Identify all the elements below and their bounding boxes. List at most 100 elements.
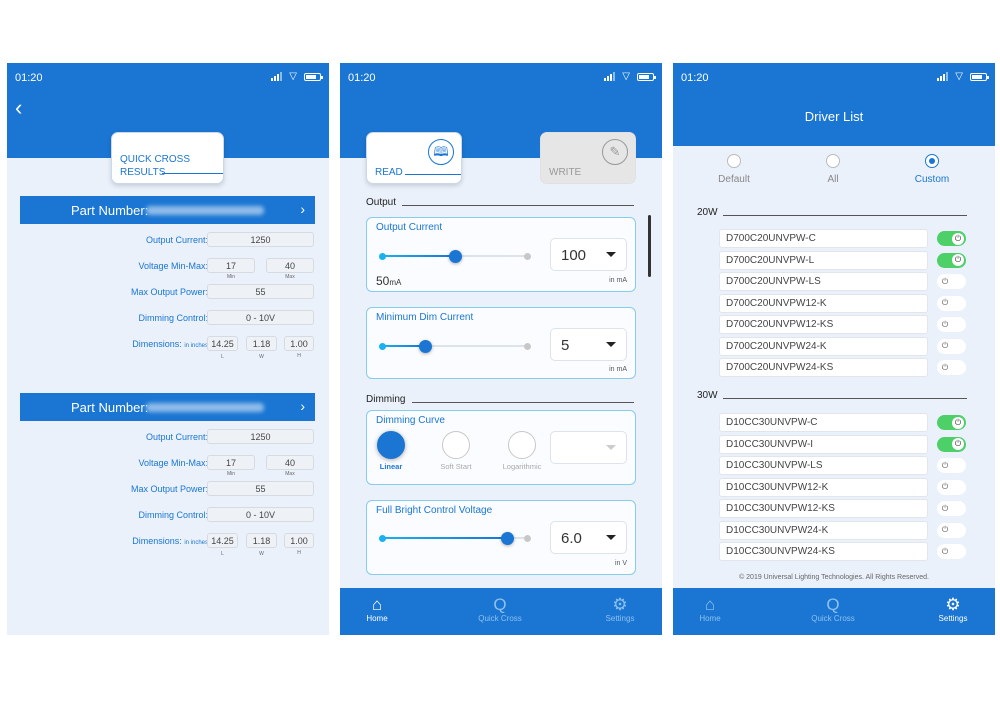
- slider-thumb[interactable]: [449, 250, 462, 263]
- driver-item[interactable]: D10CC30UNVPW12-K: [719, 477, 928, 497]
- driver-item[interactable]: D700C20UNVPW12-KS: [719, 315, 928, 334]
- min-dim-current-slider[interactable]: [379, 340, 531, 353]
- caret-down-icon: [606, 445, 616, 450]
- w-caption: W: [259, 354, 264, 360]
- voltage-row: Voltage Min-Max: 17 40 Min Max: [7, 455, 329, 477]
- group-header-30w: 30W: [697, 390, 967, 401]
- mode-label: Default: [718, 174, 750, 185]
- panel-title: Minimum Dim Current: [376, 312, 474, 323]
- slider-max-dot: [524, 343, 531, 350]
- driver-toggle[interactable]: ⏻: [937, 479, 966, 495]
- tab-quick-cross[interactable]: Q Quick Cross: [465, 596, 535, 624]
- mode-all[interactable]: All: [803, 154, 863, 185]
- driver-item[interactable]: D700C20UNVPW24-K: [719, 336, 928, 356]
- scrollbar[interactable]: [648, 215, 651, 277]
- divider: [723, 215, 967, 216]
- dimming-section-header: Dimming: [366, 394, 634, 405]
- tab-quick-cross[interactable]: Q Quick Cross: [798, 596, 868, 624]
- read-button[interactable]: 🕮 READ: [366, 132, 462, 184]
- dimensions-row: Dimensions: in inches 14.25 1.18 1.00 L …: [7, 336, 329, 360]
- max-power-row: Max Output Power: 55: [7, 284, 329, 302]
- back-icon[interactable]: ‹: [15, 95, 22, 121]
- slider-min-dot: [379, 253, 386, 260]
- power-icon: ⏻: [941, 460, 949, 470]
- mode-default[interactable]: Default: [704, 154, 764, 185]
- height-value: 1.00: [284, 336, 314, 351]
- tab-label: Home: [366, 614, 388, 623]
- driver-toggle[interactable]: ⏻: [937, 458, 966, 473]
- min-unit: mA: [389, 278, 402, 287]
- l-caption: L: [221, 551, 224, 557]
- driver-item[interactable]: D700C20UNVPW-C: [719, 229, 928, 248]
- min-dim-current-dropdown[interactable]: 5: [550, 328, 627, 361]
- curve-option-soft-start[interactable]: Soft Start: [426, 431, 486, 471]
- output-current-slider[interactable]: [379, 250, 531, 263]
- tab-home[interactable]: ⌂ Home: [675, 596, 745, 624]
- label: Max Output Power:: [130, 287, 208, 297]
- quick-cross-results-badge: QUICK CROSS RESULTS: [111, 132, 224, 184]
- wifi-icon: ▽: [622, 71, 630, 82]
- power-icon: ⏻: [941, 276, 949, 286]
- unit-label: in V: [614, 560, 627, 567]
- section-title: Dimming: [366, 394, 406, 405]
- driver-item[interactable]: D700C20UNVPW24-KS: [719, 358, 928, 377]
- label: Dimming Control:: [138, 313, 208, 323]
- slider-thumb[interactable]: [419, 340, 433, 353]
- radio-circle: [377, 431, 405, 459]
- driver-item[interactable]: D700C20UNVPW-LS: [719, 272, 928, 291]
- driver-toggle[interactable]: ⏻: [937, 295, 966, 311]
- output-current-row: Output Current: 1250: [7, 232, 329, 250]
- slider-fill: [381, 537, 507, 539]
- curve-option-linear[interactable]: Linear: [361, 431, 421, 471]
- driver-item[interactable]: D10CC30UNVPW-I: [719, 434, 928, 454]
- dimming-curve-panel: Dimming Curve Linear Soft Start Logarith…: [366, 410, 636, 485]
- min-caption: Min: [226, 274, 236, 280]
- tab-settings[interactable]: ⚙ Settings: [918, 596, 988, 624]
- divider: [723, 398, 967, 399]
- driver-item[interactable]: D10CC30UNVPW12-KS: [719, 499, 928, 518]
- part-number-value-blurred: [146, 403, 264, 412]
- driver-toggle[interactable]: ⏻: [937, 338, 966, 354]
- driver-toggle[interactable]: ⏻: [937, 317, 966, 332]
- driver-list-screen: 01:20 ▽ Driver List Default All Custom 2…: [673, 63, 995, 635]
- driver-item[interactable]: D10CC30UNVPW-C: [719, 413, 928, 432]
- full-bright-voltage-dropdown[interactable]: 6.0: [550, 521, 627, 554]
- driver-item[interactable]: D10CC30UNVPW24-KS: [719, 542, 928, 561]
- tab-home[interactable]: ⌂ Home: [342, 596, 412, 624]
- mode-custom[interactable]: Custom: [902, 154, 962, 185]
- driver-item[interactable]: D700C20UNVPW12-K: [719, 293, 928, 313]
- driver-item[interactable]: D10CC30UNVPW-LS: [719, 456, 928, 475]
- tab-label: Quick Cross: [478, 614, 522, 623]
- part-number-bar[interactable]: Part Number: ›: [20, 196, 315, 224]
- slider-thumb[interactable]: [500, 532, 514, 545]
- driver-toggle[interactable]: ⏻: [937, 544, 966, 559]
- driver-item[interactable]: D10CC30UNVPW24-K: [719, 520, 928, 540]
- driver-toggle[interactable]: ⏻: [937, 415, 966, 430]
- driver-toggle[interactable]: ⏻: [937, 436, 966, 452]
- write-button[interactable]: ✎ WRITE: [540, 132, 636, 184]
- width-value: 1.18: [246, 533, 277, 548]
- dimming-curve-dropdown[interactable]: [550, 431, 627, 464]
- tab-settings[interactable]: ⚙ Settings: [585, 596, 655, 624]
- driver-toggle[interactable]: ⏻: [937, 231, 966, 246]
- output-current-dropdown[interactable]: 100: [550, 238, 627, 271]
- option-label: Logarithmic: [502, 462, 542, 471]
- mode-label: Custom: [914, 174, 950, 185]
- dimensions-label: Dimensions:: [132, 339, 182, 349]
- curve-option-logarithmic[interactable]: Logarithmic: [492, 431, 552, 471]
- driver-toggle[interactable]: ⏻: [937, 252, 966, 268]
- label: Voltage Min-Max:: [138, 458, 208, 468]
- label: Output Current:: [145, 432, 208, 442]
- status-time: 01:20: [348, 72, 376, 84]
- voltage-min-value: 17: [207, 455, 255, 470]
- h-caption: H: [297, 353, 301, 359]
- length-value: 14.25: [207, 336, 238, 351]
- driver-toggle[interactable]: ⏻: [937, 522, 966, 538]
- driver-toggle[interactable]: ⏻: [937, 501, 966, 516]
- page-title: Driver List: [804, 109, 864, 124]
- driver-toggle[interactable]: ⏻: [937, 360, 966, 375]
- driver-toggle[interactable]: ⏻: [937, 274, 966, 289]
- driver-item[interactable]: D700C20UNVPW-L: [719, 250, 928, 270]
- part-number-bar[interactable]: Part Number: ›: [20, 393, 315, 421]
- full-bright-voltage-slider[interactable]: [379, 532, 531, 545]
